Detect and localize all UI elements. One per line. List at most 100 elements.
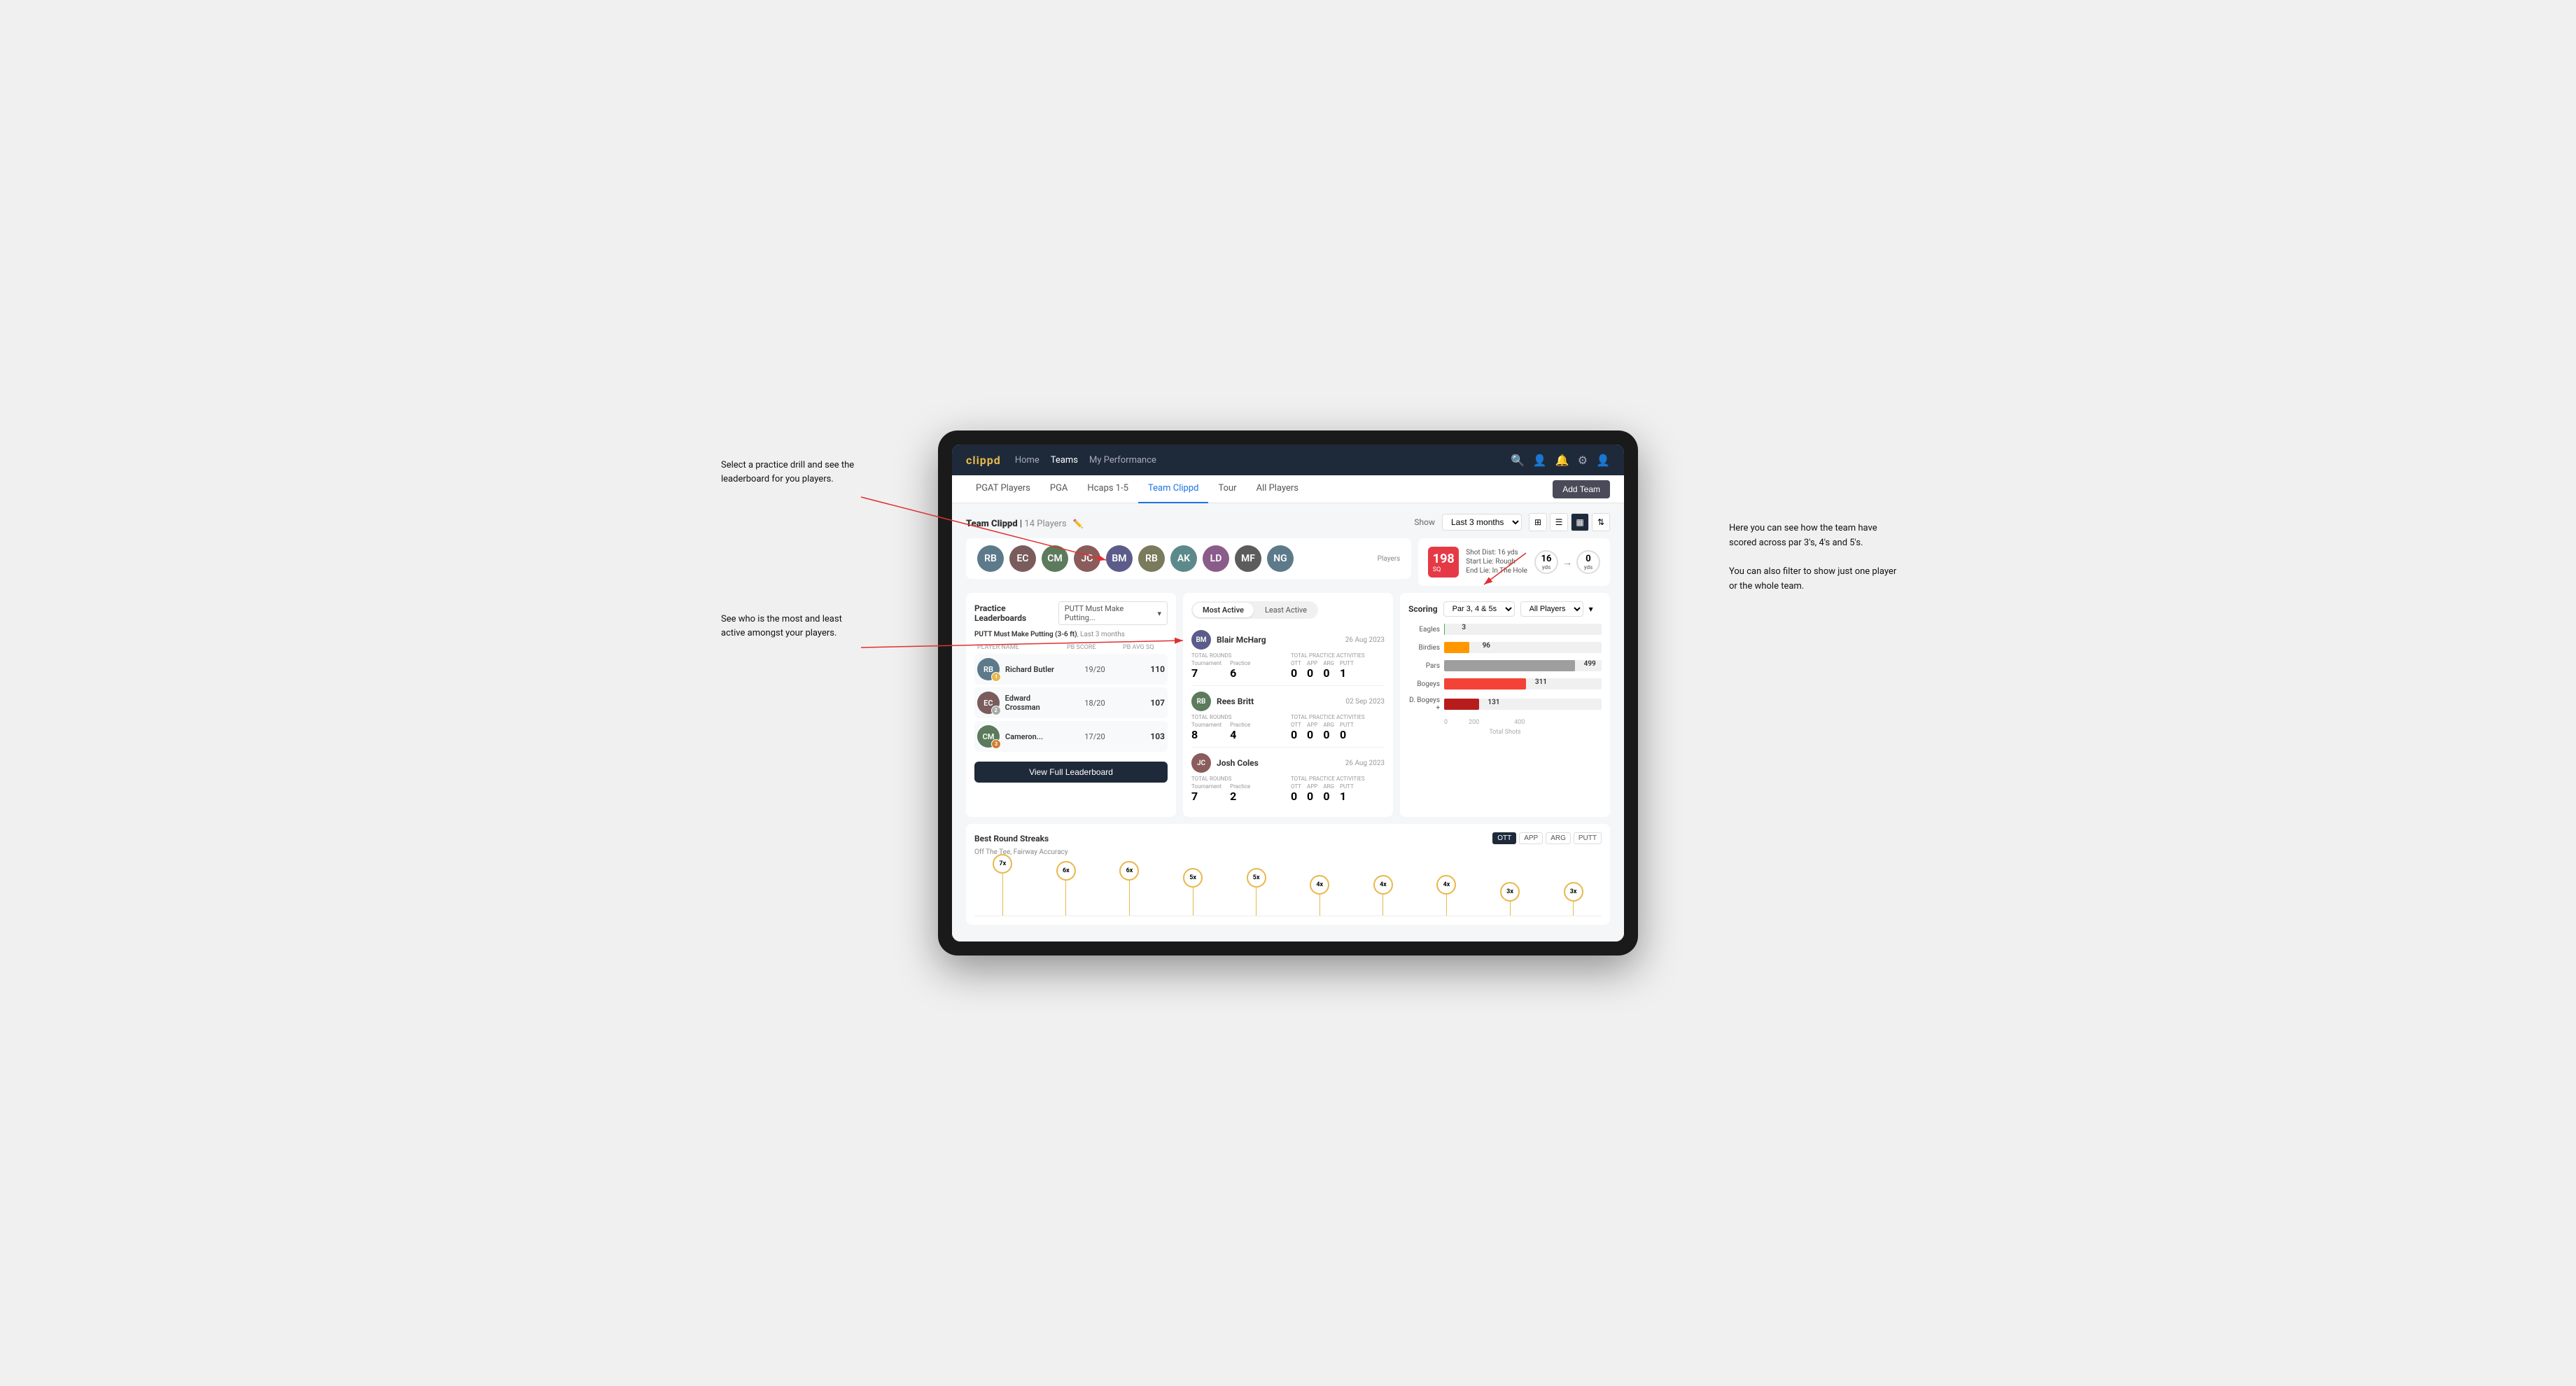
players-row: RB EC CM JC BM [966,538,1411,579]
streak-point-3: 6x [1119,861,1139,916]
player-avatar-3[interactable]: CM [1042,545,1068,572]
ott-label-1: OTT [1291,660,1301,666]
streaks-tab-app[interactable]: APP [1519,832,1543,844]
lb-row-2: EC 2 Edward Crossman 18/20 107 [974,687,1168,718]
col-avg: PB AVG SQ [1123,644,1165,651]
user-icon[interactable]: 👤 [1533,454,1547,467]
par-filter[interactable]: Par 3, 4 & 5s [1443,601,1515,617]
nav-teams[interactable]: Teams [1051,452,1078,468]
players-filter[interactable]: All Players [1520,601,1583,617]
nav-home[interactable]: Home [1015,452,1040,468]
list-view-icon[interactable]: ☰ [1550,513,1568,531]
bar-value-bogeys: 311 [1535,678,1547,686]
app-val-1: 0 [1307,666,1317,680]
arg-label-1: ARG [1323,660,1334,666]
axis-0: 0 [1444,719,1448,726]
streaks-panel: Best Round Streaks OTT APP ARG PUTT Off … [966,824,1610,925]
team-header-right: Show Last 3 months Last 6 months Last ye… [1414,513,1610,531]
player-avatar-10[interactable]: NG [1267,545,1294,572]
avatar-icon[interactable]: 👤 [1596,454,1610,467]
activity-avatar-2: RB [1191,692,1211,711]
player-col-8: LD [1203,545,1229,572]
edit-team-icon[interactable]: ✏️ [1073,519,1084,528]
activity-card-3: JC Josh Coles 26 Aug 2023 Total Rounds T… [1191,748,1385,808]
shot-line3: End Lie: In The Hole [1466,567,1527,575]
yds2-value: 0 [1586,554,1590,564]
leaderboard-subtitle: PUTT Must Make Putting (3-6 ft), Last 3 … [974,631,1168,638]
streak-line-10 [1573,902,1574,916]
streaks-tab-arg[interactable]: ARG [1546,832,1571,844]
total-rounds-1: Total Rounds Tournament7 Practice6 [1191,652,1285,680]
yds2-unit: yds [1584,564,1593,570]
streaks-header: Best Round Streaks OTT APP ARG PUTT [974,832,1602,844]
arg-val-2: 0 [1323,728,1334,741]
player-avatar-8[interactable]: LD [1203,545,1229,572]
bell-icon[interactable]: 🔔 [1555,454,1569,467]
leaderboards-header: Practice Leaderboards PUTT Must Make Put… [974,601,1168,625]
arg-val-1: 0 [1323,666,1334,680]
team-header: Team Clippd | 14 Players ✏️ Show Last 3 … [966,513,1610,531]
add-team-button[interactable]: Add Team [1553,480,1610,498]
streaks-tab-putt[interactable]: PUTT [1574,832,1602,844]
app-val-2: 0 [1307,728,1317,741]
player-avatar-5[interactable]: BM [1106,545,1133,572]
scoring-panel: Scoring Par 3, 4 & 5s All Players ▾ E [1400,593,1610,817]
player-avatar-7[interactable]: AK [1170,545,1197,572]
lb-header: PLAYER NAME PB SCORE PB AVG SQ [974,644,1168,651]
show-label: Show [1414,517,1435,527]
leaderboards-filter[interactable]: PUTT Must Make Putting... ▾ [1058,601,1168,625]
bar-container-eagles: 3 [1444,624,1602,635]
search-icon[interactable]: 🔍 [1511,454,1525,467]
bar-label-birdies: Birdies [1408,644,1440,652]
view-full-leaderboard-button[interactable]: View Full Leaderboard [974,762,1168,783]
bar-value-dbogeys: 131 [1488,699,1499,706]
lb-avatar-1: RB 1 [977,658,1000,680]
settings-icon[interactable]: ⚙ [1578,454,1588,467]
chart-axis: 0 200 400 [1444,719,1602,726]
activity-avatar-3: JC [1191,753,1211,773]
shot-line1: Shot Dist: 16 yds [1466,549,1527,556]
player-avatar-2[interactable]: EC [1009,545,1036,572]
arg-label-3: ARG [1323,783,1334,790]
player-avatar-1[interactable]: RB [977,545,1004,572]
player-col-1: RB [977,545,1004,572]
card-view-icon[interactable]: ▦ [1571,513,1589,531]
streak-point-6: 4x [1310,875,1329,916]
tab-pga[interactable]: PGA [1040,475,1078,503]
annotation-left-top: Select a practice drill and see the lead… [721,458,861,486]
streak-points: 7x 6x 6x 5x [974,854,1602,916]
total-rounds-label-1: Total Rounds [1191,652,1285,659]
scoring-header: Scoring Par 3, 4 & 5s All Players ▾ [1408,601,1602,617]
subnav: PGAT Players PGA Hcaps 1-5 Team Clippd T… [952,475,1624,503]
player-avatar-9[interactable]: MF [1235,545,1261,572]
tab-tour[interactable]: Tour [1208,475,1246,503]
lb-player-2: EC 2 Edward Crossman [977,692,1067,714]
bar-container-bogeys: 311 [1444,678,1602,690]
streak-chart: 7x 6x 6x 5x [974,860,1602,916]
tab-least-active[interactable]: Least Active [1255,603,1317,617]
tab-pgat[interactable]: PGAT Players [966,475,1040,503]
filter-icon[interactable]: ⇅ [1592,513,1610,531]
players-footer-label: Players [1378,555,1401,563]
streaks-tab-ott[interactable]: OTT [1492,832,1516,844]
streak-circle-5: 5x [1247,868,1266,888]
team-name: Team Clippd | 14 Players [966,519,1069,529]
total-rounds-label-3: Total Rounds [1191,776,1285,782]
scoring-chevron-icon[interactable]: ▾ [1589,604,1593,614]
player-avatar-6[interactable]: RB [1138,545,1165,572]
player-avatar-4[interactable]: JC [1074,545,1100,572]
tournament-val-1: 7 [1191,666,1222,680]
app-label-1: APP [1307,660,1317,666]
total-activities-3: Total Practice Activities OTT0 APP0 ARG0… [1291,776,1385,803]
lb-player-3: CM 3 Cameron... [977,725,1067,748]
subnav-tabs: PGAT Players PGA Hcaps 1-5 Team Clippd T… [966,475,1553,503]
tab-hcaps[interactable]: Hcaps 1-5 [1077,475,1138,503]
app-label-3: APP [1307,783,1317,790]
streak-line-7 [1382,895,1383,916]
nav-performance[interactable]: My Performance [1089,452,1156,468]
tab-most-active[interactable]: Most Active [1193,603,1254,617]
tab-team-clippd[interactable]: Team Clippd [1138,475,1208,503]
grid-view-icon[interactable]: ⊞ [1529,513,1547,531]
show-select[interactable]: Last 3 months Last 6 months Last year [1442,514,1522,531]
tab-all-players[interactable]: All Players [1247,475,1308,503]
